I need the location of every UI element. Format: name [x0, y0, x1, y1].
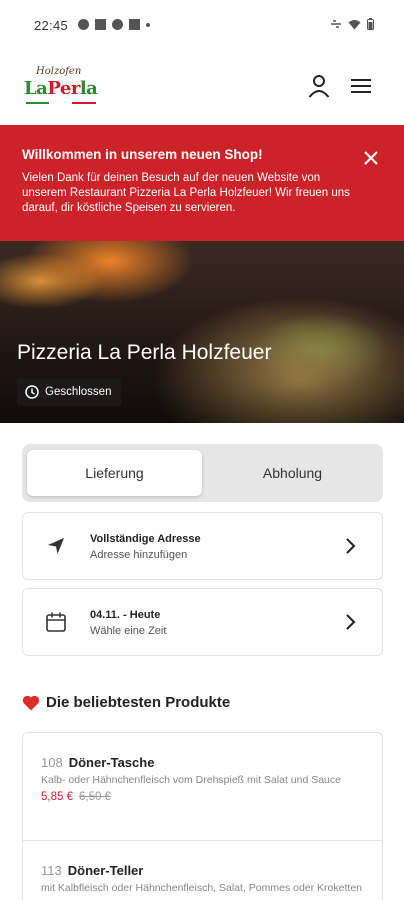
notification-square-icon	[95, 19, 106, 30]
app-header: Holzofen LaPerla	[0, 52, 404, 124]
time-selector[interactable]: 04.11. - Heute Wähle eine Zeit	[22, 588, 383, 656]
chevron-right-icon	[346, 538, 356, 554]
notification-icons	[78, 19, 150, 30]
logo-wordmark: LaPerla	[24, 78, 98, 99]
divider	[23, 840, 382, 841]
more-notifications-icon	[146, 22, 150, 27]
popular-products-title: Die beliebtesten Produkte	[46, 694, 231, 711]
tab-pickup[interactable]: Abholung	[205, 450, 380, 496]
wifi-icon	[348, 19, 361, 29]
order-mode-toggle: Lieferung Abholung	[22, 444, 383, 502]
android-icon	[129, 19, 140, 30]
tab-delivery[interactable]: Lieferung	[27, 450, 202, 496]
banner-title: Willkommen in unserem neuen Shop!	[22, 147, 263, 162]
system-icons	[330, 18, 374, 30]
banner-text: Vielen Dank für deinen Besuch auf der ne…	[22, 172, 350, 214]
hero-image: Pizzeria La Perla Holzfeuer Geschlossen	[0, 241, 404, 423]
product-name: Döner-Teller	[67, 863, 144, 878]
account-button[interactable]	[305, 72, 333, 100]
address-title: Vollständige Adresse	[90, 533, 201, 545]
notification-app-icon	[78, 19, 89, 30]
product-title: 113 Döner-Teller	[41, 863, 364, 878]
heart-icon	[22, 695, 40, 710]
user-icon	[308, 75, 330, 98]
logo-underline	[26, 102, 96, 104]
status-label: Geschlossen	[45, 386, 112, 398]
hamburger-menu-icon	[351, 79, 371, 93]
navigation-arrow-icon	[48, 538, 64, 554]
restaurant-name: Pizzeria La Perla Holzfeuer	[17, 341, 272, 364]
product-number: 113	[41, 863, 62, 878]
address-selector[interactable]: Vollständige Adresse Adresse hinzufügen	[22, 512, 383, 580]
price-current: 5,85 €	[41, 791, 73, 803]
product-title: 108 Döner-Tasche	[41, 755, 364, 770]
price-old: 6,50 €	[78, 791, 111, 803]
logo-tagline: Holzofen	[36, 66, 82, 77]
calendar-icon	[46, 612, 66, 632]
product-list: 108 Döner-Tasche Kalb- oder Hähnchenfleis…	[22, 732, 383, 900]
notification-chrome-icon	[112, 19, 123, 30]
product-name: Döner-Tasche	[68, 755, 155, 770]
clock-icon	[25, 385, 39, 399]
time-title: 04.11. - Heute	[90, 609, 161, 621]
status-bar: 22:45	[0, 0, 404, 52]
close-icon[interactable]	[362, 149, 380, 167]
welcome-banner: Willkommen in unserem neuen Shop! Vielen…	[0, 125, 404, 241]
address-subtitle: Adresse hinzufügen	[90, 549, 188, 561]
status-time: 22:45	[34, 18, 69, 33]
time-subtitle: Wähle eine Zeit	[90, 625, 167, 637]
menu-button[interactable]	[347, 72, 375, 100]
logo[interactable]: Holzofen LaPerla	[24, 66, 100, 106]
battery-icon	[367, 18, 374, 30]
product-description: Kalb- oder Hähnchenfleisch vom Drehspieß…	[41, 774, 341, 786]
product-description: mit Kalbfleisch oder Hähnchenfleisch, Sa…	[41, 882, 362, 894]
product-item[interactable]: 113 Döner-Teller mit Kalbfleisch oder Häh…	[23, 863, 382, 895]
chevron-right-icon	[346, 614, 356, 630]
product-price: 5,85 € 6,50 €	[41, 791, 364, 803]
popular-products-heading: Die beliebtesten Produkte	[22, 694, 230, 711]
link-icon	[331, 20, 341, 28]
product-item[interactable]: 108 Döner-Tasche Kalb- oder Hähnchenfleis…	[23, 755, 382, 803]
status-badge: Geschlossen	[17, 378, 122, 406]
product-number: 108	[41, 755, 63, 770]
